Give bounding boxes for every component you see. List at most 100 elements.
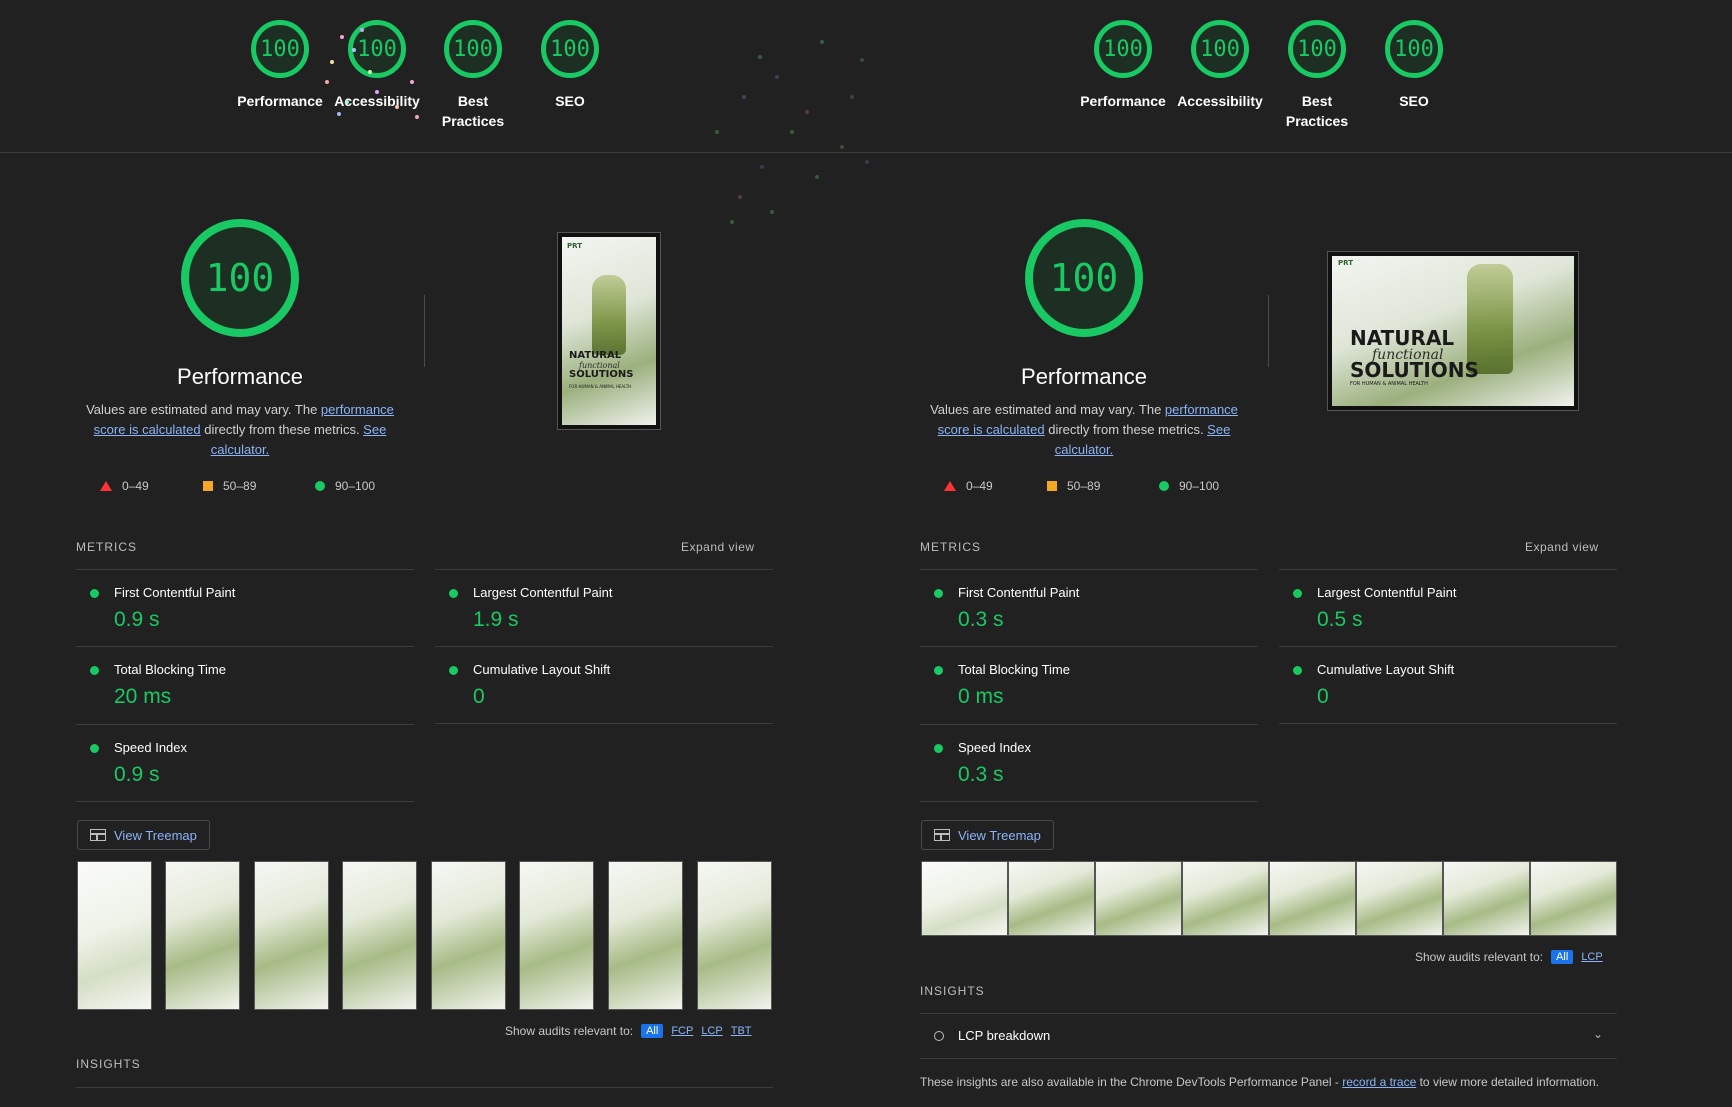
confetti-dot	[330, 60, 334, 64]
triangle-icon	[944, 481, 956, 491]
pass-dot-icon	[90, 666, 99, 675]
filmstrip-frame	[1182, 861, 1269, 936]
view-treemap-button[interactable]: View Treemap	[921, 820, 1054, 850]
confetti-dot	[865, 160, 869, 164]
score-ring: 100	[1094, 20, 1152, 78]
confetti-dot	[340, 35, 344, 39]
filmstrip-frame	[697, 861, 772, 1010]
metric-value: 0.3 s	[958, 608, 1004, 631]
metric-name: Cumulative Layout Shift	[473, 662, 611, 677]
gauge-best-practices[interactable]: 100 Best Practices	[1262, 20, 1372, 131]
filmstrip-frame	[608, 861, 683, 1010]
score-ring: 100	[1288, 20, 1346, 78]
insights-heading: INSIGHTS	[920, 984, 985, 998]
view-treemap-button[interactable]: View Treemap	[77, 820, 210, 850]
gauge-performance[interactable]: 100 Performance	[225, 20, 335, 111]
metric-speed-index: Speed Index 0.9 s	[76, 724, 414, 801]
confetti-dot	[760, 165, 764, 169]
metric-name: Total Blocking Time	[114, 662, 226, 677]
metrics-heading: METRICS	[76, 540, 137, 554]
insight-title: LCP breakdown	[958, 1028, 1051, 1043]
gauge-label: Accessibility	[334, 93, 420, 109]
final-screenshot[interactable]: PRT NATURAL functional SOLUTIONS FOR HUM…	[557, 232, 661, 430]
confetti-dot	[840, 145, 844, 149]
chevron-down-icon: ⌄	[1592, 1027, 1603, 1041]
confetti-dot	[415, 115, 419, 119]
confetti-dot	[758, 55, 762, 59]
expand-view-toggle[interactable]: Expand view	[1525, 540, 1599, 554]
record-trace-link[interactable]: record a trace	[1342, 1075, 1416, 1089]
performance-score-gauge: 100	[1025, 219, 1143, 337]
final-screenshot[interactable]: PRT NATURAL functional SOLUTIONS FOR HUM…	[1327, 251, 1579, 411]
metrics-heading: METRICS	[920, 540, 981, 554]
filter-all[interactable]: All	[1551, 950, 1574, 964]
vertical-divider	[1268, 295, 1269, 367]
gauge-seo[interactable]: 100 SEO	[1359, 20, 1469, 111]
score-ring: 100	[444, 20, 502, 78]
filter-all[interactable]: All	[641, 1024, 664, 1038]
preview-headline-1: NATURAL	[569, 350, 622, 361]
preview-logo: PRT	[1338, 259, 1353, 267]
gauge-label: Performance	[237, 93, 323, 109]
confetti-dot	[730, 220, 734, 224]
filmstrip-frame	[519, 861, 594, 1010]
filter-fcp[interactable]: FCP	[671, 1025, 693, 1037]
pass-dot-icon	[449, 589, 458, 598]
score-ring: 100	[541, 20, 599, 78]
gauge-best-practices[interactable]: 100 Best Practices	[418, 20, 528, 131]
square-icon	[203, 481, 213, 491]
insight-lcp-breakdown[interactable]: LCP breakdown ⌄	[920, 1013, 1617, 1059]
confetti-dot	[337, 112, 341, 116]
confetti-dot	[360, 28, 364, 32]
metric-cls: Cumulative Layout Shift 0	[1279, 646, 1617, 723]
legend-average: 50–89	[203, 479, 256, 493]
filmstrip-frame	[254, 861, 329, 1010]
score-ring: 100	[1191, 20, 1249, 78]
metric-divider	[1279, 723, 1617, 724]
pass-dot-icon	[934, 744, 943, 753]
metric-value: 0.5 s	[1317, 608, 1363, 631]
metric-name: Largest Contentful Paint	[473, 585, 613, 600]
confetti-dot	[815, 175, 819, 179]
pass-dot-icon	[1293, 589, 1302, 598]
gauge-seo[interactable]: 100 SEO	[515, 20, 625, 111]
pass-dot-icon	[934, 589, 943, 598]
gauge-accessibility[interactable]: 100 Accessibility	[1165, 20, 1275, 111]
gauge-label: SEO	[1399, 93, 1429, 109]
filmstrip-frame	[1530, 861, 1617, 936]
confetti-dot	[715, 130, 719, 134]
insights-heading: INSIGHTS	[76, 1057, 141, 1071]
metric-fcp: First Contentful Paint 0.3 s	[920, 569, 1258, 646]
legend-pass: 90–100	[1159, 479, 1219, 493]
preview-headline-1: NATURAL	[1350, 326, 1455, 350]
confetti-dot	[820, 40, 824, 44]
square-icon	[1047, 481, 1057, 491]
audit-filter: Show audits relevant to: All FCP LCP TBT	[505, 1024, 752, 1038]
filmstrip-frame	[1095, 861, 1182, 936]
legend-pass: 90–100	[315, 479, 375, 493]
metric-value: 0.3 s	[958, 763, 1004, 786]
expand-view-toggle[interactable]: Expand view	[681, 540, 755, 554]
header-divider	[0, 152, 1732, 153]
gauge-label: Performance	[1080, 93, 1166, 109]
metric-fcp: First Contentful Paint 0.9 s	[76, 569, 414, 646]
filmstrip-frame	[77, 861, 152, 1010]
metric-name: Speed Index	[114, 740, 188, 755]
triangle-icon	[100, 481, 112, 491]
filter-lcp[interactable]: LCP	[701, 1025, 722, 1037]
filmstrip-frame	[1269, 861, 1356, 936]
performance-title: Performance	[1021, 364, 1147, 389]
score-ring: 100	[251, 20, 309, 78]
treemap-icon	[934, 829, 950, 841]
gauge-performance[interactable]: 100 Performance	[1068, 20, 1178, 111]
metric-tbt: Total Blocking Time 20 ms	[76, 646, 414, 723]
metric-value: 0.9 s	[114, 608, 160, 631]
insights-divider	[76, 1087, 773, 1088]
filmstrip-frame	[431, 861, 506, 1010]
filter-lcp[interactable]: LCP	[1581, 951, 1602, 963]
performance-description: Values are estimated and may vary. The p…	[86, 402, 394, 457]
metric-value: 0	[1317, 685, 1329, 708]
filter-tbt[interactable]: TBT	[731, 1025, 752, 1037]
gauge-accessibility[interactable]: 100 Accessibility	[322, 20, 432, 111]
metric-name: Speed Index	[958, 740, 1032, 755]
